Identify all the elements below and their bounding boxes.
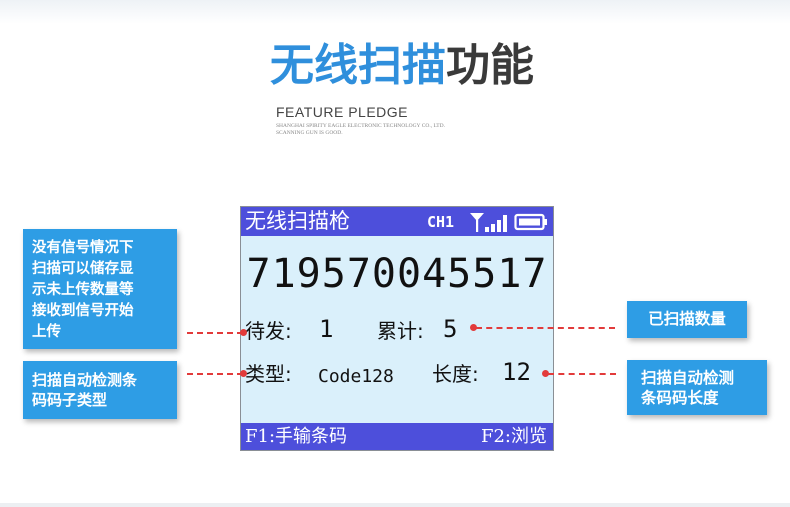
pending-label: 待发: <box>245 319 292 343</box>
callout-line: 条码码长度 <box>641 389 719 407</box>
callout-line: 扫描自动检测条 <box>32 371 138 389</box>
pending-row: 待发: <box>245 318 292 344</box>
callout-line: 扫描自动检测 <box>641 369 735 387</box>
page-title: 无线扫描功能 <box>270 38 534 94</box>
total-value-wrap: 5 <box>443 316 457 343</box>
connector-length <box>548 373 616 375</box>
connector-dot <box>240 329 247 336</box>
pending-value: 1 <box>319 315 334 343</box>
callout-line: 扫描可以储存显 <box>32 261 134 277</box>
type-value-wrap: Code128 <box>318 362 394 390</box>
connector-count <box>476 327 615 329</box>
total-value: 5 <box>443 315 458 343</box>
connector-dot <box>240 370 247 377</box>
f2-browse-key[interactable]: F2:浏览 <box>481 425 547 448</box>
callout-line: 已扫描数量 <box>648 310 726 328</box>
bottom-divider <box>0 503 790 507</box>
connector-type <box>187 373 243 375</box>
callout-line: 示未上传数量等 <box>32 282 134 298</box>
feature-subtitle: FEATURE PLEDGE <box>276 104 408 120</box>
page-title-rest: 功能 <box>446 40 534 91</box>
channel-indicator: CH1 <box>427 213 455 231</box>
callout-auto-type-detect: 扫描自动检测条 码码子类型 <box>23 361 177 419</box>
callout-line: 接收到信号开始 <box>32 303 134 319</box>
barcode-number: 719570045517 <box>246 251 548 297</box>
callout-scanned-count: 已扫描数量 <box>627 301 747 338</box>
length-row: 长度: <box>432 361 479 387</box>
function-key-bar: F1:手输条码 F2:浏览 <box>241 423 553 450</box>
connector-no-signal <box>187 332 243 334</box>
length-value: 12 <box>502 358 531 386</box>
total-row: 累计: <box>377 318 424 344</box>
battery-icon <box>514 213 547 231</box>
type-row: 类型: <box>245 361 292 387</box>
type-label: 类型: <box>245 362 292 386</box>
total-label: 累计: <box>377 319 424 343</box>
length-label: 长度: <box>432 362 479 386</box>
company-line-1: SHANGHAI SPIRITY EAGLE ELECTRONIC TECHNO… <box>276 123 446 129</box>
company-line-2: SCANNING GUN IS GOOD. <box>276 130 343 136</box>
signal-bars-icon <box>470 213 507 232</box>
type-value: Code128 <box>318 366 394 387</box>
status-bar: 无线扫描枪 CH1 <box>241 207 553 236</box>
status-title: 无线扫描枪 <box>245 209 350 233</box>
length-value-wrap: 12 <box>502 359 531 386</box>
top-fade <box>0 0 790 24</box>
page-title-highlight: 无线扫描 <box>270 40 446 91</box>
callout-line: 上传 <box>32 324 61 340</box>
callout-auto-length-detect: 扫描自动检测 条码码长度 <box>627 360 767 415</box>
callout-line: 码码子类型 <box>32 391 108 409</box>
callout-no-signal-storage: 没有信号情况下 扫描可以储存显 示未上传数量等 接收到信号开始 上传 <box>23 229 177 349</box>
pending-value-wrap: 1 <box>319 316 333 343</box>
company-caption: SHANGHAI SPIRITY EAGLE ELECTRONIC TECHNO… <box>276 123 445 137</box>
f1-manual-entry-key[interactable]: F1:手输条码 <box>245 425 347 448</box>
callout-line: 没有信号情况下 <box>32 240 134 256</box>
